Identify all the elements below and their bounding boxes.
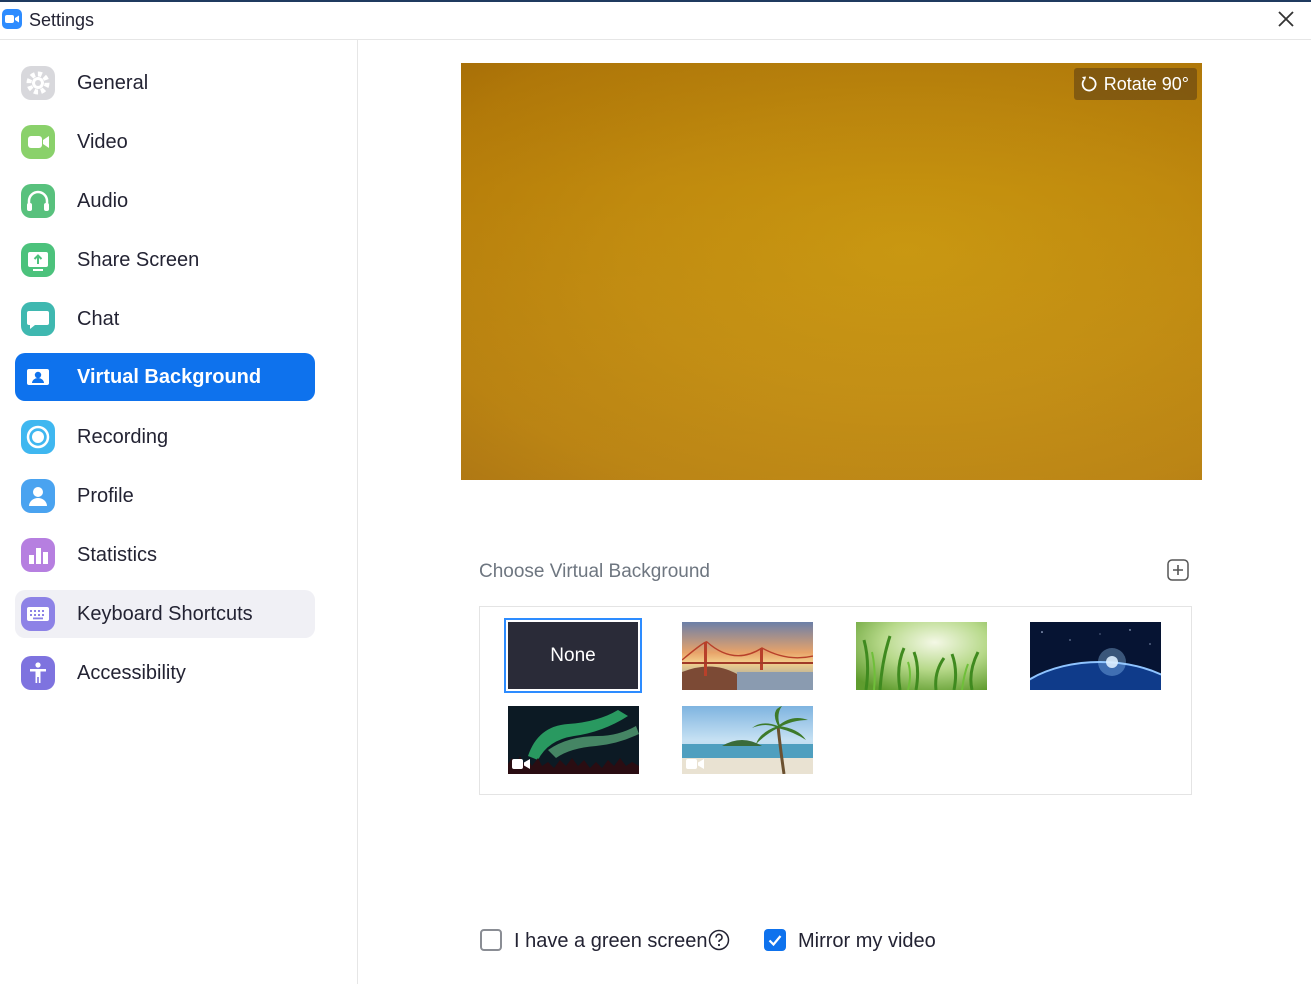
profile-icon — [21, 479, 55, 513]
sidebar-item-label: Accessibility — [77, 662, 186, 684]
record-icon — [21, 420, 55, 454]
background-thumb-golden-gate-bridge[interactable] — [682, 622, 813, 690]
sidebar-item-label: Keyboard Shortcuts — [77, 603, 253, 625]
title-bar: Settings — [0, 0, 1311, 40]
plus-icon — [1167, 559, 1189, 581]
choose-background-title: Choose Virtual Background — [479, 561, 710, 582]
help-icon[interactable] — [708, 929, 730, 951]
sidebar-item-label: Audio — [77, 190, 129, 212]
sidebar-item-accessibility[interactable]: Accessibility — [15, 649, 315, 697]
video-camera-icon — [686, 759, 704, 769]
settings-sidebar: General Video Audio Share Screen Chat Vi… — [0, 40, 358, 984]
earth-image — [1030, 622, 1161, 690]
green-screen-label[interactable]: I have a green screen — [514, 930, 707, 953]
sidebar-item-statistics[interactable]: Statistics — [15, 531, 315, 579]
bar-chart-icon — [21, 538, 55, 572]
sidebar-item-general[interactable]: General — [15, 59, 315, 107]
close-icon[interactable] — [1275, 8, 1297, 30]
chat-bubble-icon — [21, 302, 55, 336]
sidebar-item-label: Chat — [77, 308, 120, 330]
sidebar-item-share-screen[interactable]: Share Screen — [15, 236, 315, 284]
mirror-video-label[interactable]: Mirror my video — [798, 930, 936, 953]
gear-icon — [21, 66, 55, 100]
person-card-icon — [21, 360, 55, 394]
video-camera-icon — [21, 125, 55, 159]
rotate-button[interactable]: Rotate 90° — [1073, 68, 1197, 100]
grass-image — [856, 622, 987, 690]
accessibility-icon — [21, 656, 55, 690]
title-bar-accent-line — [0, 0, 1311, 2]
sidebar-item-video[interactable]: Video — [15, 118, 315, 166]
checkmark-icon — [768, 935, 782, 947]
share-screen-icon — [21, 243, 55, 277]
sidebar-item-chat[interactable]: Chat — [15, 295, 315, 343]
background-thumb-green-grass[interactable] — [856, 622, 987, 690]
video-preview: Rotate 90° — [461, 63, 1202, 480]
window-title: Settings — [29, 10, 95, 30]
none-label: None — [508, 622, 638, 689]
sidebar-item-audio[interactable]: Audio — [15, 177, 315, 225]
zoom-app-icon — [2, 9, 22, 29]
sidebar-item-label: Recording — [77, 426, 169, 448]
rotate-label: Rotate 90° — [1103, 74, 1189, 94]
sidebar-item-label: Share Screen — [77, 249, 200, 271]
background-thumb-none[interactable]: None — [504, 618, 642, 693]
keyboard-icon — [21, 597, 55, 631]
sidebar-item-profile[interactable]: Profile — [15, 472, 315, 520]
mirror-video-checkbox[interactable] — [764, 929, 786, 951]
sidebar-item-recording[interactable]: Recording — [15, 413, 315, 461]
sidebar-item-label: General — [77, 72, 149, 94]
golden-gate-image — [682, 622, 813, 690]
rotate-icon — [1081, 76, 1097, 92]
sidebar-item-label: Profile — [77, 485, 134, 507]
sidebar-item-label: Virtual Background — [77, 366, 262, 388]
background-thumb-aurora-borealis[interactable] — [508, 706, 639, 774]
background-thumb-palm-beach[interactable] — [682, 706, 813, 774]
sidebar-item-keyboard-shortcuts[interactable]: Keyboard Shortcuts — [15, 590, 315, 638]
add-background-button[interactable] — [1167, 559, 1189, 581]
sidebar-item-label: Video — [77, 131, 128, 153]
sidebar-item-label: Statistics — [77, 544, 158, 566]
green-screen-checkbox[interactable] — [480, 929, 502, 951]
headphones-icon — [21, 184, 55, 218]
video-camera-icon — [512, 759, 530, 769]
background-thumb-earth-from-space[interactable] — [1030, 622, 1161, 690]
sidebar-item-virtual-background[interactable]: Virtual Background — [15, 353, 315, 401]
